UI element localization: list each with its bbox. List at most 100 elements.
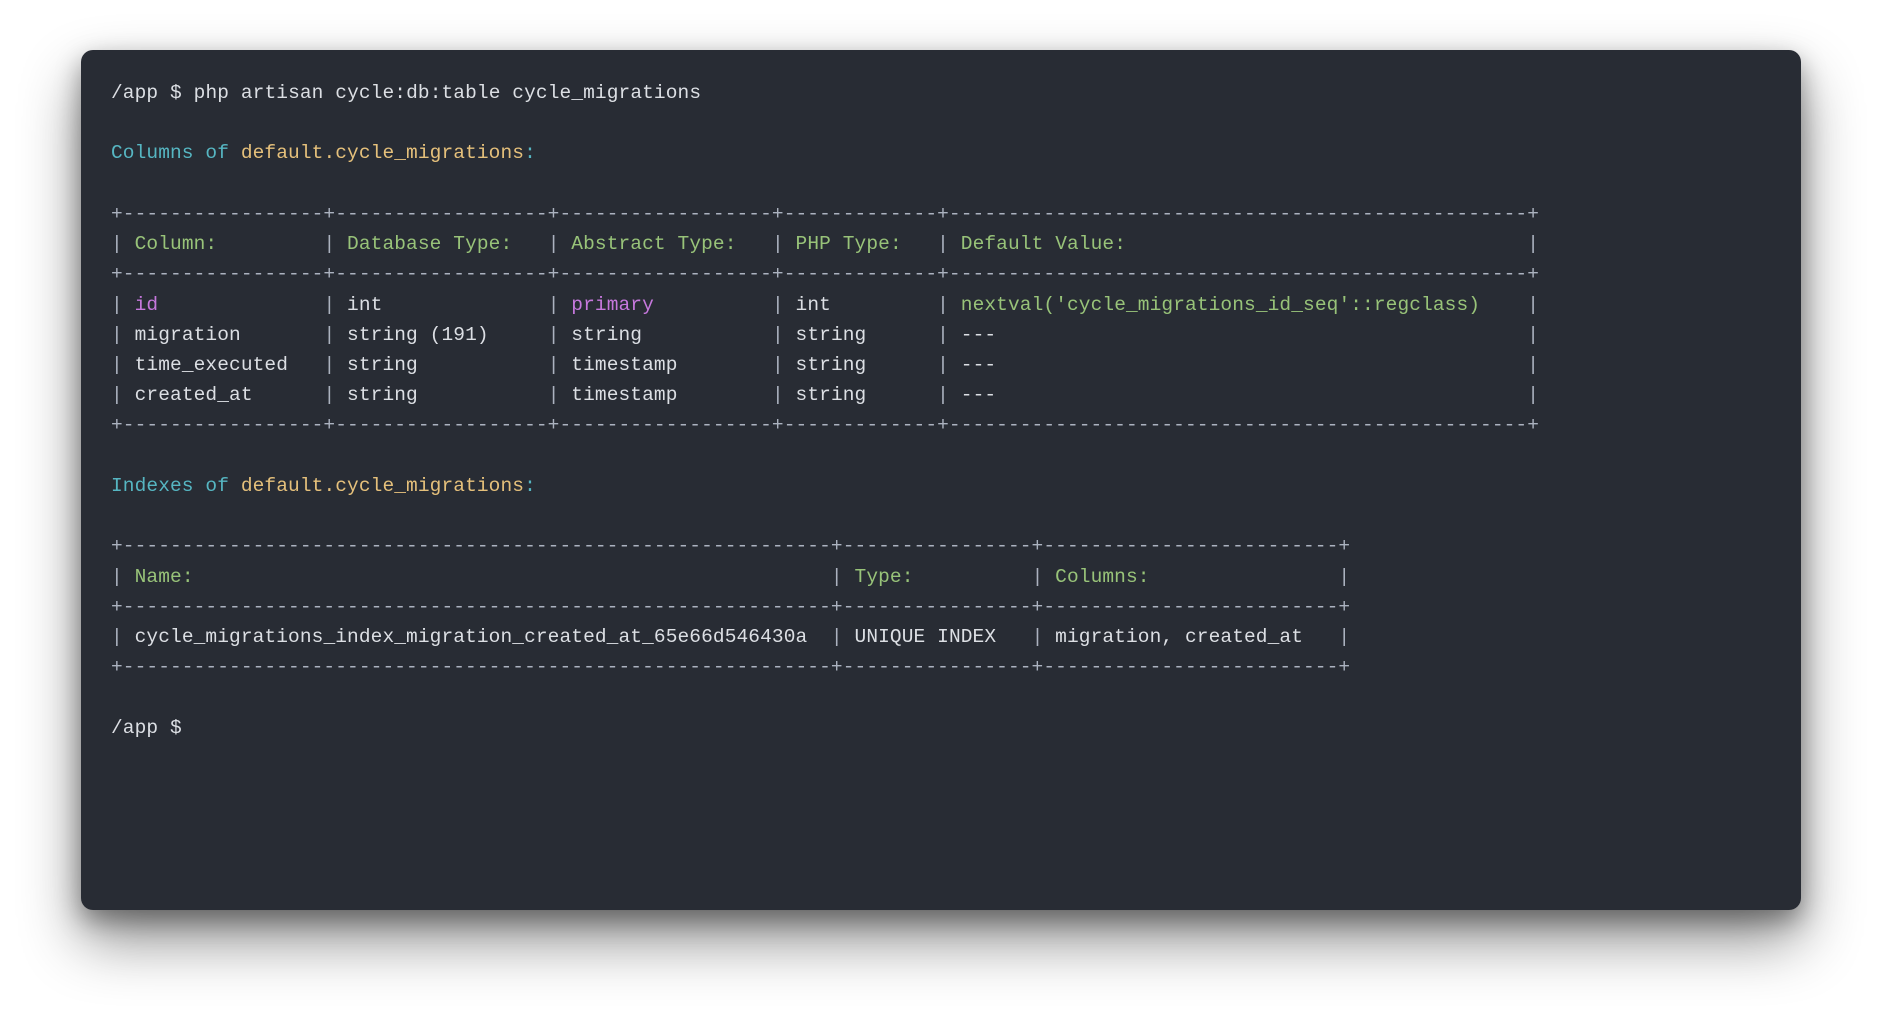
pipe: | [312, 384, 347, 406]
table-border: +-----------------+------------------+--… [111, 414, 1539, 436]
pipe: | [760, 324, 795, 346]
pipe: | [925, 233, 960, 255]
end-prompt-line: /app $ [111, 717, 194, 739]
pipe: | [1327, 566, 1351, 588]
heading-colon: : [524, 142, 536, 164]
cell-php-type: string [796, 384, 926, 406]
table-header-column: Column: [135, 233, 312, 255]
terminal-output: /app $ php artisan cycle:db:table cycle_… [111, 78, 1771, 743]
pipe: | [760, 384, 795, 406]
cell-name: cycle_migrations_index_migration_created… [135, 626, 820, 648]
table-row: | cycle_migrations_index_migration_creat… [111, 626, 1350, 648]
pipe: | [312, 233, 347, 255]
heading-table-fqn: default.cycle_migrations [241, 142, 524, 164]
pipe: | [1515, 354, 1539, 376]
cell-abstract-type: timestamp [571, 354, 760, 376]
cell-default-value: --- [961, 324, 1516, 346]
cell-column: created_at [135, 384, 312, 406]
heading-prefix: Columns of [111, 142, 241, 164]
table-header-name: Name: [135, 566, 820, 588]
cell-php-type: int [796, 294, 926, 316]
pipe: | [111, 233, 135, 255]
pipe: | [111, 626, 135, 648]
pipe: | [312, 294, 347, 316]
table-header-columns: Columns: [1055, 566, 1326, 588]
table-row: | time_executed | string | timestamp | s… [111, 354, 1539, 376]
columns-heading: Columns of default.cycle_migrations: [111, 142, 536, 164]
table-border: +---------------------------------------… [111, 535, 1350, 557]
pipe: | [1515, 384, 1539, 406]
pipe: | [819, 566, 854, 588]
pipe: | [1020, 566, 1055, 588]
cell-php-type: string [796, 324, 926, 346]
columns-table: +-----------------+------------------+--… [111, 203, 1539, 437]
cell-abstract-type: primary [571, 294, 760, 316]
pipe: | [925, 354, 960, 376]
table-border: +---------------------------------------… [111, 596, 1350, 618]
cell-php-type: string [796, 354, 926, 376]
pipe: | [536, 384, 571, 406]
table-header-row: | Column: | Database Type: | Abstract Ty… [111, 233, 1539, 255]
pipe: | [536, 233, 571, 255]
table-row: | migration | string (191) | string | st… [111, 324, 1539, 346]
pipe: | [925, 384, 960, 406]
prompt-symbol: $ [170, 717, 182, 739]
pipe: | [925, 294, 960, 316]
cell-db-type: int [347, 294, 536, 316]
prompt-path: /app [111, 717, 158, 739]
table-header-php-type: PHP Type: [796, 233, 926, 255]
table-row: | created_at | string | timestamp | stri… [111, 384, 1539, 406]
pipe: | [760, 294, 795, 316]
table-border: +-----------------+------------------+--… [111, 203, 1539, 225]
cell-column: time_executed [135, 354, 312, 376]
table-header-type: Type: [855, 566, 1020, 588]
cell-abstract-type: string [571, 324, 760, 346]
table-header-row: | Name: | Type: | Columns: | [111, 566, 1350, 588]
cell-default-value: --- [961, 384, 1516, 406]
table-border: +-----------------+------------------+--… [111, 263, 1539, 285]
prompt-symbol: $ [170, 82, 182, 104]
table-header-db-type: Database Type: [347, 233, 536, 255]
pipe: | [925, 324, 960, 346]
cell-column: id [135, 294, 312, 316]
pipe: | [111, 294, 135, 316]
cell-column: migration [135, 324, 312, 346]
table-border: +---------------------------------------… [111, 656, 1350, 678]
pipe: | [111, 566, 135, 588]
pipe: | [312, 354, 347, 376]
heading-prefix: Indexes of [111, 475, 241, 497]
cell-default-value: --- [961, 354, 1516, 376]
prompt-path: /app [111, 82, 158, 104]
pipe: | [819, 626, 854, 648]
pipe: | [111, 384, 135, 406]
cell-db-type: string (191) [347, 324, 536, 346]
cell-columns: migration, created_at [1055, 626, 1326, 648]
table-row: | id | int | primary | int | nextval('cy… [111, 294, 1539, 316]
pipe: | [760, 233, 795, 255]
heading-table-fqn: default.cycle_migrations [241, 475, 524, 497]
pipe: | [312, 324, 347, 346]
table-header-abstract-type: Abstract Type: [571, 233, 760, 255]
pipe: | [760, 354, 795, 376]
pipe: | [536, 324, 571, 346]
pipe: | [1515, 324, 1539, 346]
cell-default-value: nextval('cycle_migrations_id_seq'::regcl… [961, 294, 1516, 316]
pipe: | [111, 324, 135, 346]
pipe: | [1515, 233, 1539, 255]
table-header-default-value: Default Value: [961, 233, 1516, 255]
pipe: | [1327, 626, 1351, 648]
cell-db-type: string [347, 354, 536, 376]
prompt-command: php artisan cycle:db:table cycle_migrati… [194, 82, 701, 104]
cell-db-type: string [347, 384, 536, 406]
indexes-heading: Indexes of default.cycle_migrations: [111, 475, 536, 497]
heading-colon: : [524, 475, 536, 497]
cell-abstract-type: timestamp [571, 384, 760, 406]
cell-type: UNIQUE INDEX [855, 626, 1020, 648]
prompt-line: /app $ php artisan cycle:db:table cycle_… [111, 82, 701, 104]
pipe: | [536, 354, 571, 376]
terminal-window[interactable]: /app $ php artisan cycle:db:table cycle_… [81, 50, 1801, 910]
pipe: | [1515, 294, 1539, 316]
indexes-table: +---------------------------------------… [111, 535, 1350, 678]
pipe: | [536, 294, 571, 316]
pipe: | [111, 354, 135, 376]
